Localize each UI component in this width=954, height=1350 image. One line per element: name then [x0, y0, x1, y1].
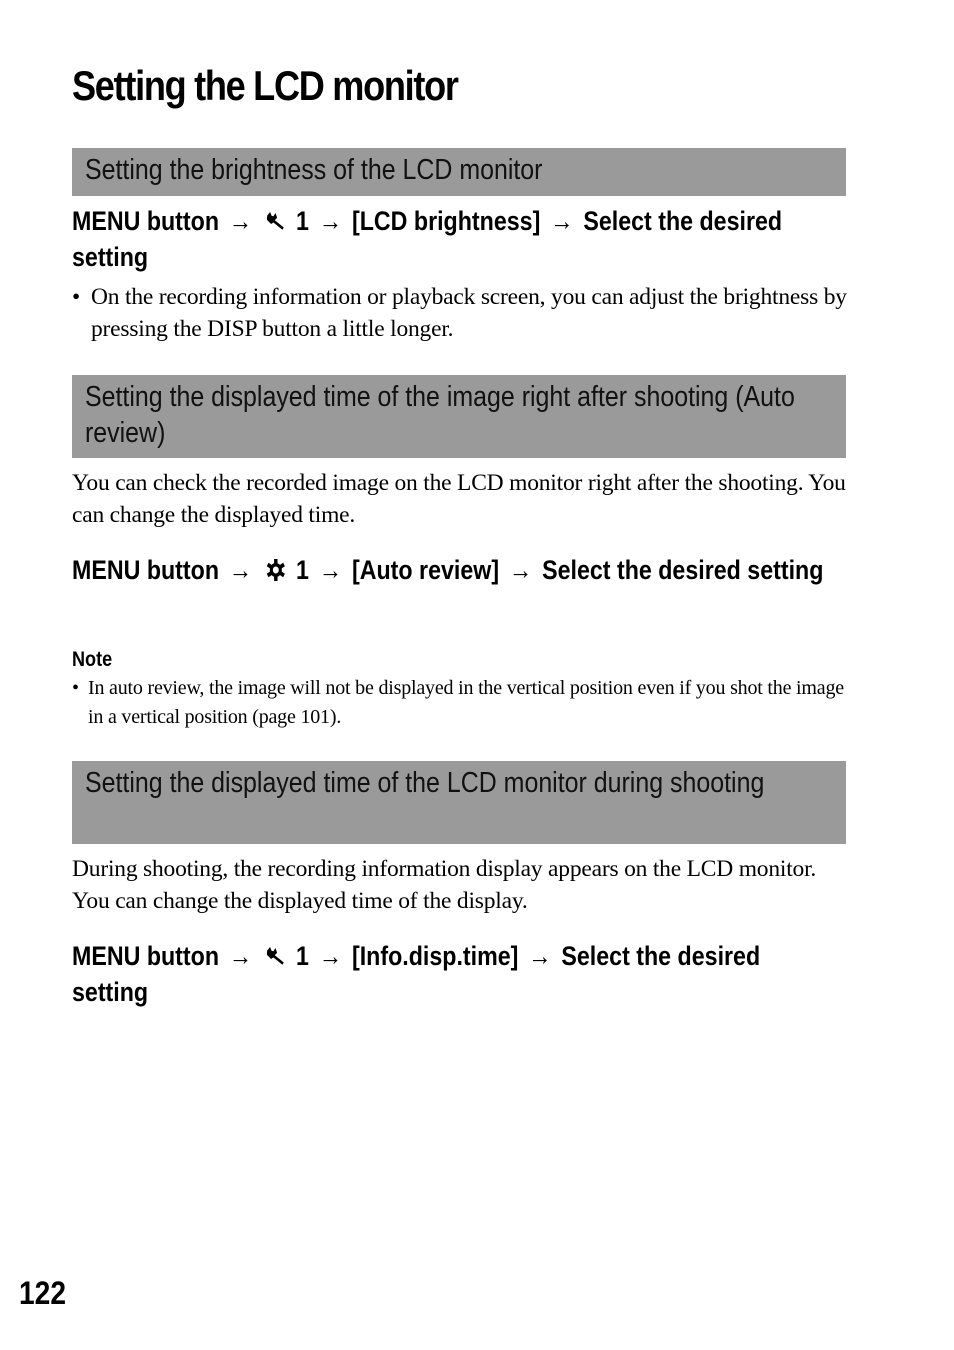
menu-item: [Auto review]: [351, 555, 500, 585]
section-heading-text: Setting the displayed time of the LCD mo…: [85, 767, 765, 799]
page-title: Setting the LCD monitor: [72, 62, 459, 109]
menu-path-start: MENU button: [72, 555, 220, 585]
intro-paragraph: You can check the recorded image on the …: [72, 470, 846, 528]
wrench-icon: [266, 947, 284, 965]
note-bullet: • In auto review, the image will not be …: [72, 674, 852, 732]
note-label: Note: [72, 648, 113, 671]
bullet-text: On the recording information or playback…: [91, 284, 847, 342]
menu-tab-number: 1: [296, 555, 309, 585]
section-heading-info-disp: Setting the displayed time of the LCD mo…: [72, 761, 846, 844]
arrow-icon: →: [318, 941, 343, 971]
section-heading-text: Setting the displayed time of the image …: [85, 381, 795, 449]
arrow-icon: →: [528, 941, 552, 971]
wrench-icon: [266, 212, 284, 230]
arrow-icon: →: [318, 555, 343, 585]
arrow-icon: →: [508, 555, 533, 585]
arrow-icon: →: [318, 206, 343, 236]
page-number: 122: [19, 1275, 66, 1311]
menu-item: [LCD brightness]: [351, 206, 541, 236]
menu-path-brightness: MENU button → 1 → [LCD brightness] → Sel…: [72, 203, 829, 275]
intro-paragraph: During shooting, the recording informati…: [72, 856, 817, 914]
arrow-icon: →: [228, 206, 253, 236]
bullet-glyph: •: [72, 677, 79, 699]
section-heading-text: Setting the brightness of the LCD monito…: [85, 154, 543, 186]
arrow-icon: →: [228, 555, 253, 585]
section-heading-brightness: Setting the brightness of the LCD monito…: [72, 148, 846, 196]
menu-tab-number: 1: [296, 941, 309, 971]
menu-path-start: MENU button: [72, 206, 220, 236]
arrow-icon: →: [228, 941, 253, 971]
menu-path-auto-review: MENU button → 1 → [Auto review] → Select…: [72, 552, 829, 588]
arrow-icon: →: [550, 206, 574, 236]
section-heading-auto-review: Setting the displayed time of the image …: [72, 375, 846, 458]
menu-path-end: Select the desired setting: [542, 555, 824, 585]
menu-path-info-disp: MENU button → 1 → [Info.disp.time] → Sel…: [72, 938, 829, 1010]
menu-item: [Info.disp.time]: [351, 941, 519, 971]
menu-tab-number: 1: [296, 206, 309, 236]
note-text: In auto review, the image will not be di…: [88, 677, 844, 728]
bullet-glyph: •: [72, 284, 81, 310]
menu-path-start: MENU button: [72, 941, 220, 971]
bullet-item: • On the recording information or playba…: [72, 281, 852, 345]
gear-icon: [266, 559, 285, 581]
